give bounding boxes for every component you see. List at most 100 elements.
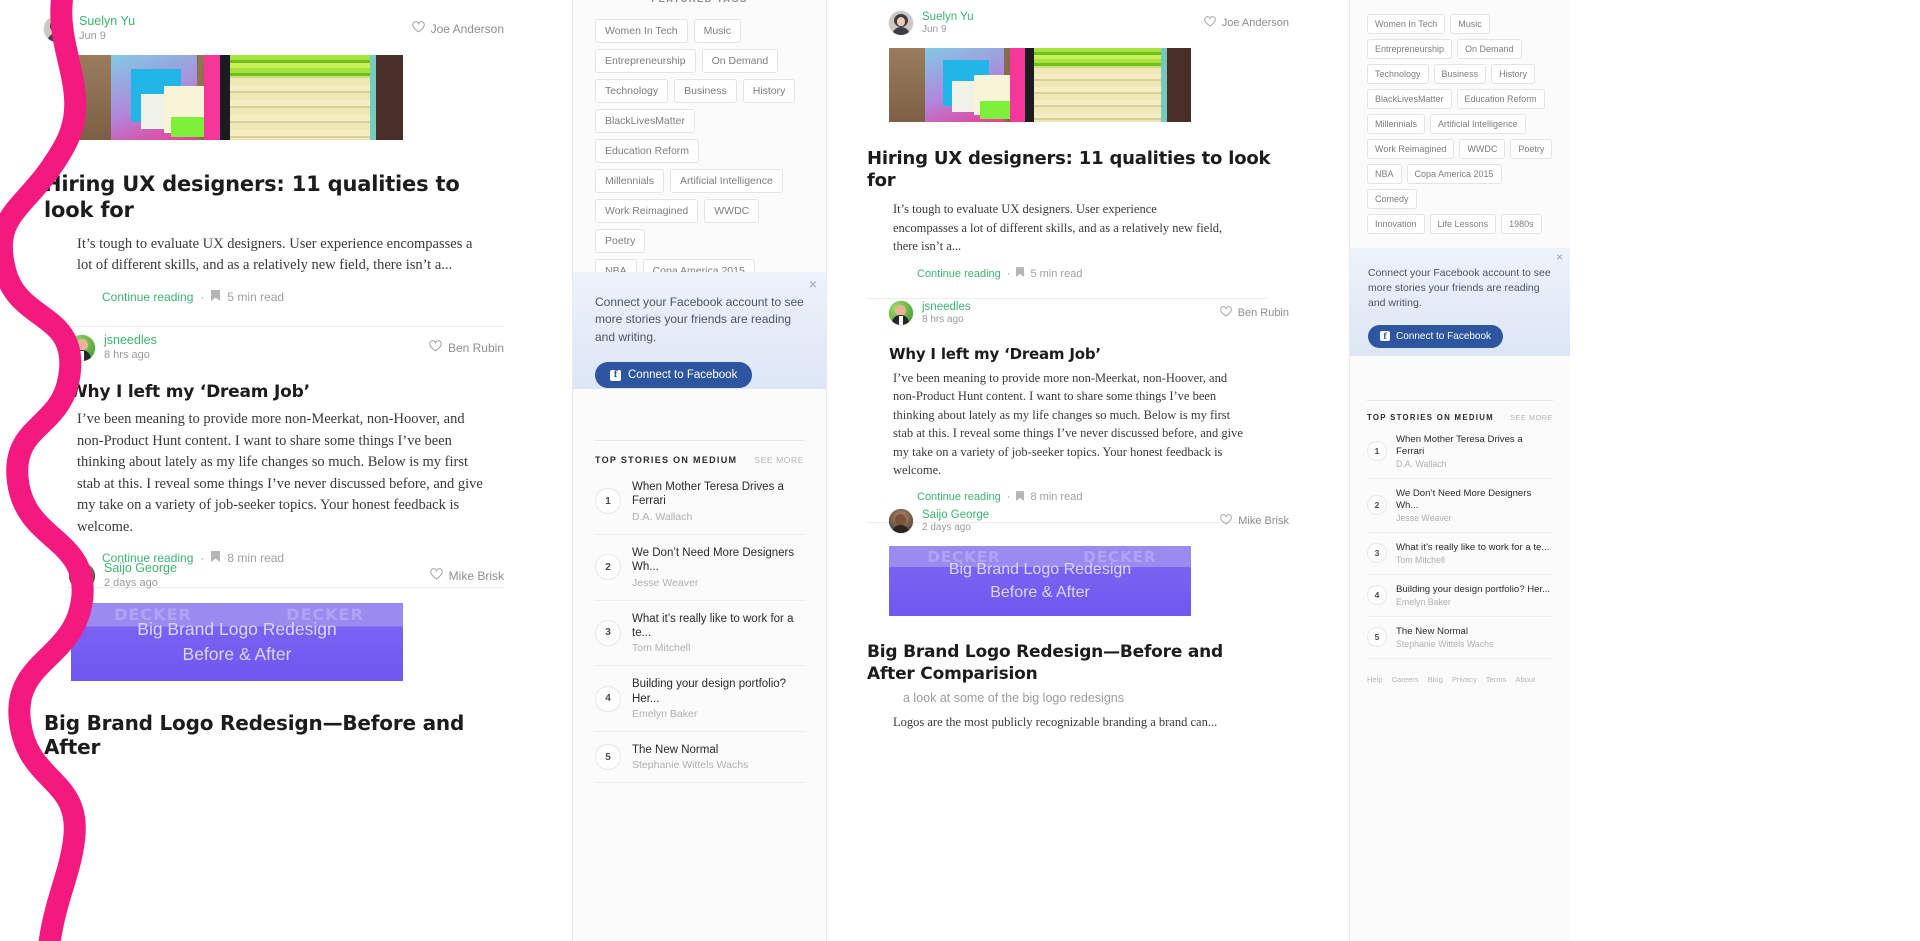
list-item[interactable]: 3 What it’s really like to work for a te… — [595, 601, 804, 667]
avatar[interactable] — [69, 562, 95, 589]
list-item[interactable]: 2 We Don’t Need More Designers Wh... Jes… — [1367, 479, 1553, 533]
close-icon[interactable]: × — [809, 276, 817, 292]
see-more-link[interactable]: SEE MORE — [754, 455, 804, 465]
tag-chip[interactable]: Life Lessons — [1429, 214, 1497, 234]
recommended-by[interactable]: Mike Brisk — [429, 568, 504, 583]
tag-chip[interactable]: Artificial Intelligence — [670, 169, 783, 193]
continue-reading-link[interactable]: Continue reading — [917, 268, 1001, 280]
article-card[interactable]: jsneedles 8 hrs ago Ben Rubin Why I left… — [44, 333, 504, 589]
tag-chip[interactable]: Business — [1433, 64, 1487, 84]
story-title[interactable]: When Mother Teresa Drives a Ferrari — [1396, 434, 1553, 458]
tag-chip[interactable]: Artificial Intelligence — [1430, 114, 1526, 134]
tag-chip[interactable]: Poetry — [1510, 139, 1553, 159]
footer-link-terms[interactable]: Terms — [1486, 675, 1507, 684]
article-cover-image[interactable] — [71, 55, 403, 141]
article-title[interactable]: Hiring UX designers: 11 qualities to loo… — [44, 172, 504, 223]
avatar[interactable] — [889, 509, 913, 534]
close-icon[interactable]: × — [1556, 250, 1563, 264]
story-title[interactable]: We Don’t Need More Designers Wh... — [632, 546, 804, 575]
tag-chip[interactable]: History — [742, 79, 796, 103]
list-item[interactable]: 1 When Mother Teresa Drives a Ferrari D.… — [1367, 425, 1553, 479]
author-name[interactable]: Suelyn Yu — [79, 14, 135, 30]
heart-icon[interactable] — [429, 340, 442, 355]
tag-chip[interactable]: Comedy — [1367, 189, 1417, 209]
tag-chip[interactable]: Copa America 2015 — [1406, 164, 1502, 184]
article-card[interactable]: Suelyn Yu Jun 9 Joe Anderson Hiring UX d… — [867, 10, 1289, 300]
tag-chip[interactable]: Work Reimagined — [595, 199, 699, 223]
tag-chip[interactable]: BlackLivesMatter — [595, 109, 695, 133]
story-title[interactable]: Building your design portfolio? Her... — [1396, 584, 1550, 596]
tag-chip[interactable]: On Demand — [1457, 39, 1522, 59]
list-item[interactable]: 2 We Don’t Need More Designers Wh... Jes… — [595, 535, 804, 601]
tag-chip[interactable]: BlackLivesMatter — [1367, 89, 1452, 109]
story-title[interactable]: What it’s really like to work for a te..… — [632, 612, 804, 641]
article-title[interactable]: Big Brand Logo Redesign—Before and After… — [867, 642, 1267, 686]
footer-link-about[interactable]: About — [1515, 675, 1535, 684]
tag-chip[interactable]: Music — [1450, 14, 1490, 34]
see-more-link[interactable]: SEE MORE — [1510, 413, 1553, 422]
tag-chip[interactable]: Music — [693, 19, 741, 43]
avatar[interactable] — [44, 15, 70, 42]
story-title[interactable]: What it’s really like to work for a te..… — [1396, 542, 1549, 554]
tag-chip[interactable]: Technology — [595, 79, 669, 103]
article-cover-image[interactable] — [889, 47, 1191, 122]
story-title[interactable]: The New Normal — [632, 743, 748, 757]
footer-link-careers[interactable]: Careers — [1392, 675, 1419, 684]
continue-reading-link[interactable]: Continue reading — [917, 491, 1001, 503]
author-name[interactable]: Suelyn Yu — [922, 10, 974, 24]
tag-chip[interactable]: Business — [674, 79, 737, 103]
article-cover-image[interactable]: DECKER DECKER Big Brand Logo Redesign Be… — [71, 603, 403, 682]
connect-to-facebook-button[interactable]: f Connect to Facebook — [595, 362, 753, 389]
article-title[interactable]: Why I left my ‘Dream Job’ — [889, 345, 1289, 363]
recommended-by[interactable]: Joe Anderson — [1204, 16, 1289, 30]
author-name[interactable]: jsneedles — [104, 333, 157, 349]
footer-link-help[interactable]: Help — [1367, 675, 1383, 684]
tag-chip[interactable]: WWDC — [1459, 139, 1506, 159]
list-item[interactable]: 4 Building your design portfolio? Her...… — [1367, 575, 1553, 617]
article-title[interactable]: Big Brand Logo Redesign—Before and After — [44, 711, 504, 759]
recommended-by[interactable]: Mike Brisk — [1220, 514, 1289, 528]
tag-chip[interactable]: Technology — [1367, 64, 1429, 84]
list-item[interactable]: 5 The New Normal Stephanie Wittels Wachs — [595, 732, 804, 784]
heart-icon[interactable] — [429, 568, 443, 583]
list-item[interactable]: 4 Building your design portfolio? Her...… — [595, 666, 804, 732]
story-title[interactable]: Building your design portfolio? Her... — [632, 677, 804, 706]
footer-link-privacy[interactable]: Privacy — [1452, 675, 1477, 684]
tag-chip[interactable]: Entrepreneurship — [595, 49, 696, 73]
footer-link-blog[interactable]: Blog — [1428, 675, 1443, 684]
tag-chip[interactable]: Work Reimagined — [1367, 139, 1455, 159]
tag-chip[interactable]: History — [1491, 64, 1536, 84]
article-cover-image[interactable]: DECKER DECKER Big Brand Logo Redesign Be… — [889, 545, 1191, 616]
tag-chip[interactable]: 1980s — [1501, 214, 1542, 234]
heart-icon[interactable] — [411, 21, 425, 36]
heart-icon[interactable] — [1219, 306, 1232, 320]
tag-chip[interactable]: WWDC — [704, 199, 760, 223]
tag-chip[interactable]: Millennials — [1367, 114, 1426, 134]
avatar[interactable] — [69, 334, 95, 361]
recommended-by[interactable]: Ben Rubin — [429, 340, 504, 355]
story-title[interactable]: We Don’t Need More Designers Wh... — [1396, 488, 1553, 512]
article-card[interactable]: jsneedles 8 hrs ago Ben Rubin Why I left… — [867, 300, 1289, 523]
tag-chip[interactable]: Women In Tech — [1367, 14, 1446, 34]
tag-chip[interactable]: Entrepreneurship — [1367, 39, 1453, 59]
avatar[interactable] — [889, 301, 913, 326]
article-card[interactable]: Suelyn Yu Jun 9 Joe Anderson Hiring UX d… — [44, 14, 504, 328]
author-name[interactable]: jsneedles — [922, 300, 971, 314]
story-title[interactable]: When Mother Teresa Drives a Ferrari — [632, 480, 804, 509]
author-name[interactable]: Saijo George — [922, 508, 989, 522]
list-item[interactable]: 1 When Mother Teresa Drives a Ferrari D.… — [595, 469, 804, 535]
avatar[interactable] — [889, 11, 913, 36]
author-name[interactable]: Saijo George — [104, 561, 177, 577]
recommended-by[interactable]: Joe Anderson — [411, 21, 504, 36]
article-card[interactable]: Saijo George 2 days ago Mike Brisk DECKE… — [44, 561, 504, 759]
tag-chip[interactable]: Poetry — [595, 229, 646, 253]
list-item[interactable]: 5 The New Normal Stephanie Wittels Wachs — [1367, 617, 1553, 659]
tag-chip[interactable]: Education Reform — [1456, 89, 1545, 109]
tag-chip[interactable]: Millennials — [595, 169, 665, 193]
tag-chip[interactable]: Women In Tech — [595, 19, 688, 43]
continue-reading-link[interactable]: Continue reading — [102, 290, 193, 304]
recommended-by[interactable]: Ben Rubin — [1219, 306, 1289, 320]
tag-chip[interactable]: NBA — [1367, 164, 1402, 184]
article-title[interactable]: Hiring UX designers: 11 qualities to loo… — [867, 148, 1289, 192]
story-title[interactable]: The New Normal — [1396, 626, 1493, 638]
